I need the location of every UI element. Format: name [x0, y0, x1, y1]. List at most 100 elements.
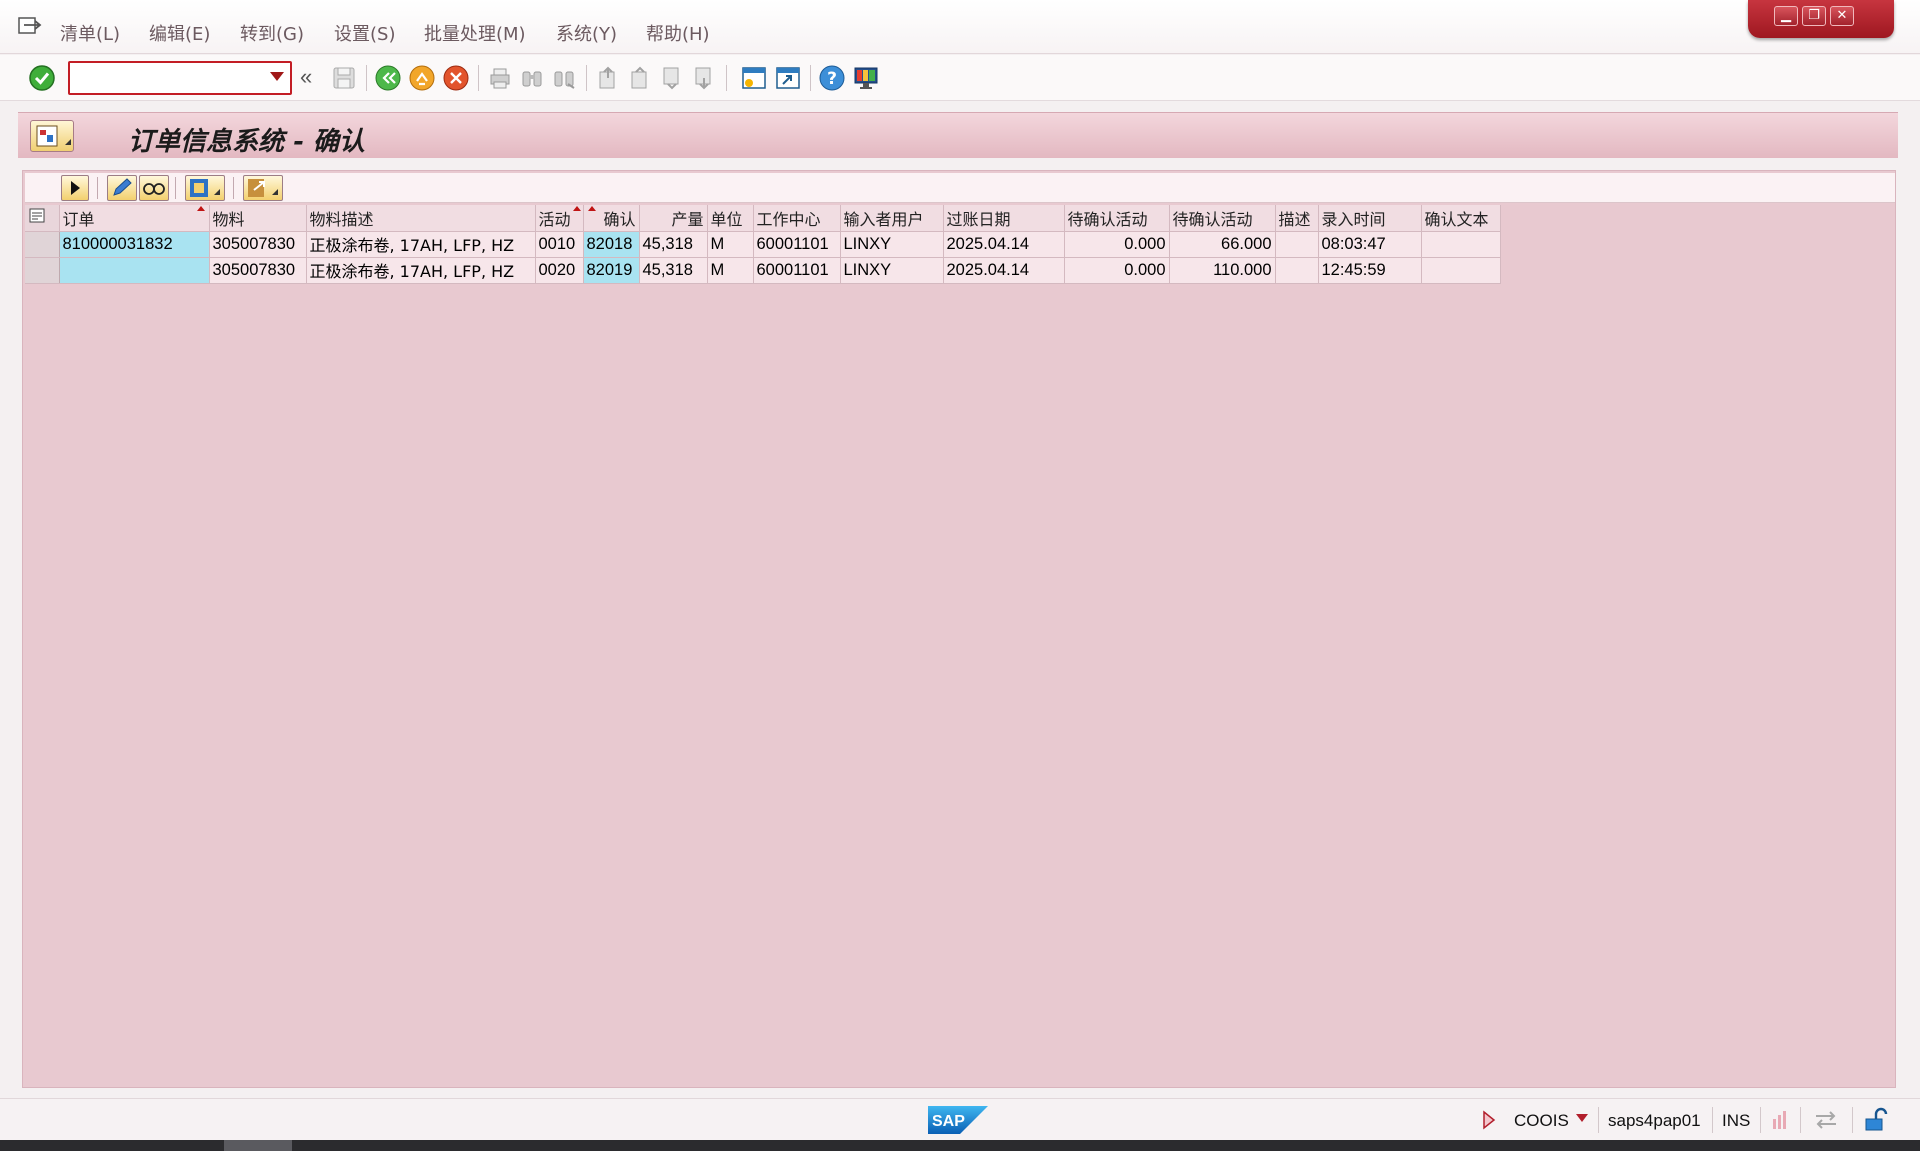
cell-material[interactable]: 305007830 — [209, 257, 307, 284]
column-header-pending-activity-1[interactable]: 待确认活动 — [1064, 205, 1170, 232]
cell-work-center[interactable]: 60001101 — [753, 231, 841, 258]
menu-goto[interactable]: 转到(G) — [240, 20, 304, 46]
status-separator — [1852, 1107, 1853, 1133]
menu-system[interactable]: 系统(Y) — [556, 20, 617, 46]
column-header-confirmation-text[interactable]: 确认文本 — [1421, 205, 1501, 232]
minimize-icon[interactable]: ▁ — [1774, 6, 1798, 26]
menu-edit[interactable]: 编辑(E) — [149, 20, 210, 46]
column-header-posting-date[interactable]: 过账日期 — [943, 205, 1065, 232]
status-separator — [1598, 1107, 1599, 1133]
menu-settings[interactable]: 设置(S) — [334, 20, 395, 46]
toolbar-separator — [97, 177, 98, 199]
export-button[interactable] — [243, 175, 283, 201]
column-header-yield[interactable]: 产量 — [639, 205, 708, 232]
secure-connection-lock-icon[interactable] — [1862, 1107, 1888, 1133]
cell-material-description[interactable]: 正极涂布卷, 17AH, LFP, HZ — [306, 231, 536, 258]
cell-unit[interactable]: M — [707, 231, 754, 258]
cell-yield[interactable]: 45,318 — [639, 231, 708, 258]
cell-entry-time[interactable]: 12:45:59 — [1318, 257, 1422, 284]
save-icon[interactable] — [330, 64, 358, 92]
cell-material[interactable]: 305007830 — [209, 231, 307, 258]
chevron-down-icon[interactable] — [270, 72, 284, 81]
table-row[interactable]: 305007830 正极涂布卷, 17AH, LFP, HZ 0020 8201… — [25, 257, 1501, 284]
cell-work-center[interactable]: 60001101 — [753, 257, 841, 284]
glasses-button[interactable] — [139, 175, 169, 201]
column-header-description[interactable]: 描述 — [1275, 205, 1319, 232]
row-selector[interactable] — [25, 257, 60, 284]
restore-icon[interactable]: ❐ — [1802, 6, 1826, 26]
cell-confirmation-text[interactable] — [1421, 231, 1501, 258]
cell-yield[interactable]: 45,318 — [639, 257, 708, 284]
insert-mode[interactable]: INS — [1722, 1111, 1750, 1131]
column-header-work-center[interactable]: 工作中心 — [753, 205, 841, 232]
cell-description[interactable] — [1275, 231, 1319, 258]
layout-menu-button[interactable] — [30, 120, 74, 152]
cell-entry-time[interactable]: 08:03:47 — [1318, 231, 1422, 258]
cell-material-description[interactable]: 正极涂布卷, 17AH, LFP, HZ — [306, 257, 536, 284]
cell-pending-activity-1[interactable]: 0.000 — [1064, 231, 1170, 258]
chevron-down-icon[interactable] — [1576, 1114, 1588, 1122]
data-transfer-icon — [1816, 1111, 1836, 1129]
cell-pending-activity-2[interactable]: 66.000 — [1169, 231, 1276, 258]
cell-entered-by[interactable]: LINXY — [840, 231, 944, 258]
column-header-material[interactable]: 物料 — [209, 205, 307, 232]
cell-order[interactable] — [59, 257, 210, 284]
collapse-toolbar-icon[interactable]: « — [300, 64, 312, 90]
back-icon[interactable] — [374, 64, 402, 92]
cell-posting-date[interactable]: 2025.04.14 — [943, 231, 1065, 258]
menu-batch[interactable]: 批量处理(M) — [424, 20, 526, 46]
help-icon[interactable]: ? — [818, 64, 846, 92]
cell-activity[interactable]: 0010 — [535, 231, 584, 258]
column-header-activity[interactable]: 活动 — [535, 205, 584, 232]
new-session-icon[interactable] — [740, 64, 768, 92]
cell-confirmation[interactable]: 82018 — [583, 231, 640, 258]
column-header-pending-activity-2[interactable]: 待确认活动 — [1169, 205, 1276, 232]
column-header-entry-time[interactable]: 录入时间 — [1318, 205, 1422, 232]
view-switch-button[interactable] — [185, 175, 225, 201]
cell-description[interactable] — [1275, 257, 1319, 284]
cell-confirmation-text[interactable] — [1421, 257, 1501, 284]
print-icon[interactable] — [486, 64, 514, 92]
taskbar-item[interactable] — [224, 1140, 292, 1151]
toolbar-separator — [175, 177, 176, 199]
cancel-icon[interactable] — [442, 64, 470, 92]
last-page-icon[interactable] — [690, 64, 718, 92]
exit-icon[interactable] — [408, 64, 436, 92]
first-page-icon[interactable] — [594, 64, 622, 92]
cell-pending-activity-1[interactable]: 0.000 — [1064, 257, 1170, 284]
find-icon[interactable] — [518, 64, 546, 92]
customize-layout-icon[interactable] — [852, 64, 880, 92]
cell-posting-date[interactable]: 2025.04.14 — [943, 257, 1065, 284]
command-field[interactable] — [68, 61, 292, 95]
column-header-entered-by[interactable]: 输入者用户 — [840, 205, 944, 232]
menu-list[interactable]: 清单(L) — [60, 20, 120, 46]
expand-status-icon[interactable] — [1480, 1109, 1498, 1131]
column-header-material-description[interactable]: 物料描述 — [306, 205, 536, 232]
standard-toolbar: « ? — [0, 55, 1920, 101]
cell-unit[interactable]: M — [707, 257, 754, 284]
table-row[interactable]: 810000031832 305007830 正极涂布卷, 17AH, LFP,… — [25, 231, 1501, 258]
column-settings-icon[interactable] — [25, 205, 60, 232]
menu-help[interactable]: 帮助(H) — [646, 20, 710, 46]
title-bar: 订单信息系统 - 确认 — [18, 112, 1898, 158]
command-input[interactable] — [74, 67, 258, 89]
cell-activity[interactable]: 0020 — [535, 257, 584, 284]
app-menu-icon[interactable] — [18, 16, 42, 36]
find-next-icon[interactable] — [550, 64, 578, 92]
previous-page-icon[interactable] — [626, 64, 654, 92]
column-header-unit[interactable]: 单位 — [707, 205, 754, 232]
details-button[interactable] — [61, 175, 89, 201]
cell-order[interactable]: 810000031832 — [59, 231, 210, 258]
edit-button[interactable] — [107, 175, 137, 201]
cell-pending-activity-2[interactable]: 110.000 — [1169, 257, 1276, 284]
row-selector[interactable] — [25, 231, 60, 258]
pencil-icon — [113, 178, 132, 196]
cell-entered-by[interactable]: LINXY — [840, 257, 944, 284]
close-icon[interactable]: ✕ — [1830, 6, 1854, 26]
column-header-order[interactable]: 订单 — [59, 205, 210, 232]
next-page-icon[interactable] — [658, 64, 686, 92]
cell-confirmation[interactable]: 82019 — [583, 257, 640, 284]
create-shortcut-icon[interactable] — [774, 64, 802, 92]
enter-check-icon[interactable] — [28, 64, 56, 92]
column-header-confirmation[interactable]: 确认 — [583, 205, 640, 232]
